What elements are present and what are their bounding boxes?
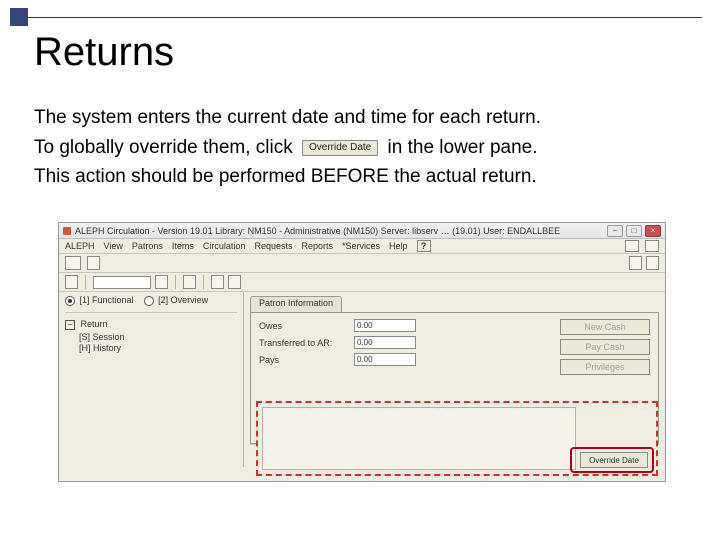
toolbar-icon[interactable] <box>629 256 642 270</box>
override-date-button[interactable]: Override Date <box>580 452 648 468</box>
slide-body: The system enters the current date and t… <box>34 104 692 193</box>
menu-items[interactable]: Items <box>172 241 194 251</box>
menu-aleph[interactable]: ALEPH <box>65 241 95 251</box>
slide-divider <box>28 17 702 18</box>
menu-reports[interactable]: Reports <box>301 241 333 251</box>
window-minimize-button[interactable]: – <box>607 225 623 237</box>
transferred-label: Transferred to AR: <box>259 338 354 348</box>
lower-pane-content <box>262 407 576 470</box>
nav-tree: − Return [S] Session [H] History <box>65 312 237 353</box>
radio-overview-label: [2] Overview <box>158 295 208 305</box>
window-maximize-button[interactable]: □ <box>626 225 642 237</box>
toolbar-divider <box>85 275 86 289</box>
owes-value: 0.00 <box>354 319 416 332</box>
slide-title: Returns <box>34 30 174 75</box>
window-title: ALEPH Circulation - Version 19.01 Librar… <box>75 226 607 236</box>
toolbar-icon[interactable] <box>65 256 81 270</box>
body-line-1: The system enters the current date and t… <box>34 104 692 132</box>
menu-requests[interactable]: Requests <box>254 241 292 251</box>
tab-patron-information[interactable]: Patron Information <box>250 296 342 312</box>
owes-label: Owes <box>259 321 354 331</box>
slide-corner-decoration <box>10 8 28 26</box>
body-line-2b: in the lower pane. <box>388 137 538 158</box>
toolbar-icon[interactable] <box>645 240 659 252</box>
menu-patrons[interactable]: Patrons <box>132 241 163 251</box>
transferred-value: 0.00 <box>354 336 416 349</box>
menu-help[interactable]: Help <box>389 241 408 251</box>
new-cash-button[interactable]: New Cash <box>560 319 650 335</box>
help-icon[interactable]: ? <box>417 240 431 252</box>
window-titlebar: ALEPH Circulation - Version 19.01 Librar… <box>59 223 665 239</box>
toolbar-row-1 <box>59 254 665 273</box>
toolbar-icon[interactable] <box>228 275 241 289</box>
toolbar-divider <box>175 275 176 289</box>
toolbar-icon[interactable] <box>183 275 196 289</box>
toolbar-icon[interactable] <box>87 256 100 270</box>
pays-value: 0.00 <box>354 353 416 366</box>
toolbar-divider <box>203 275 204 289</box>
tree-item-history[interactable]: [H] History <box>79 343 237 353</box>
window-close-button[interactable]: × <box>645 225 661 237</box>
toolbar-icon[interactable] <box>211 275 224 289</box>
pays-label: Pays <box>259 355 354 365</box>
menu-bar: ALEPH View Patrons Items Circulation Req… <box>59 239 665 254</box>
menu-circulation[interactable]: Circulation <box>203 241 246 251</box>
tree-root-return[interactable]: Return <box>81 319 108 329</box>
radio-overview[interactable] <box>144 296 154 306</box>
body-line-3: This action should be performed BEFORE t… <box>34 163 692 191</box>
body-line-2: To globally override them, click Overrid… <box>34 134 692 162</box>
menu-view[interactable]: View <box>104 241 123 251</box>
menu-services[interactable]: *Services <box>342 241 380 251</box>
toolbar-icon[interactable] <box>65 275 78 289</box>
radio-functional[interactable] <box>65 296 75 306</box>
pay-cash-button[interactable]: Pay Cash <box>560 339 650 355</box>
app-icon <box>63 227 71 235</box>
tree-toggle[interactable]: − <box>65 320 75 330</box>
toolbar-icon[interactable] <box>646 256 659 270</box>
lower-pane-highlight: Override Date <box>256 401 658 476</box>
toolbar-icon[interactable] <box>155 275 168 289</box>
override-date-inline-button: Override Date <box>302 140 378 156</box>
privileges-button[interactable]: Privileges <box>560 359 650 375</box>
tree-item-session[interactable]: [S] Session <box>79 332 237 342</box>
toolbar-icon[interactable] <box>625 240 639 252</box>
body-line-2a: To globally override them, click <box>34 137 298 158</box>
barcode-input[interactable] <box>93 276 151 289</box>
toolbar-row-2 <box>59 273 665 292</box>
aleph-screenshot: ALEPH Circulation - Version 19.01 Librar… <box>58 222 666 482</box>
navigation-pane: [1] Functional [2] Overview − Return [S]… <box>59 292 244 467</box>
radio-functional-label: [1] Functional <box>80 295 134 305</box>
